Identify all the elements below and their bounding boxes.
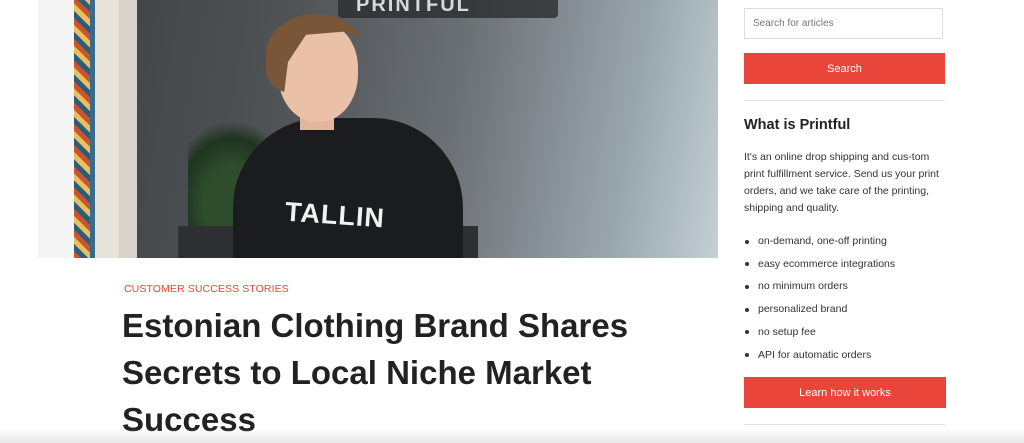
feature-item: API for automatic orders bbox=[744, 344, 895, 367]
feature-list: on-demand, one-off printing easy ecommer… bbox=[744, 230, 895, 366]
article-title: Estonian Clothing Brand Shares Secrets t… bbox=[122, 307, 629, 438]
wall-sign-text: PRINTFUL bbox=[356, 0, 471, 16]
learn-how-it-works-button[interactable]: Learn how it works bbox=[744, 377, 946, 408]
clothing-rack bbox=[38, 0, 168, 258]
hero-image: PRINTFUL TALLIN bbox=[38, 0, 718, 258]
feature-text: on-demand, one-off printing bbox=[758, 235, 887, 247]
feature-text: easy ecommerce integrations bbox=[758, 257, 896, 270]
feature-item: no setup fee bbox=[744, 321, 895, 344]
article-category-link[interactable]: CUSTOMER SUCCESS STORIES bbox=[124, 283, 289, 295]
sidebar-divider-bottom bbox=[744, 424, 945, 425]
bullet-icon bbox=[745, 307, 749, 312]
feature-text: no setup fee bbox=[758, 325, 816, 338]
bullet-icon bbox=[745, 353, 749, 358]
info-description: It's an online drop shipping and cus-tom… bbox=[744, 151, 939, 214]
bullet-icon bbox=[745, 239, 749, 244]
bullet-icon bbox=[745, 330, 749, 335]
feature-item: easy ecommerce integrations bbox=[744, 253, 895, 276]
search-button[interactable]: Search bbox=[744, 53, 945, 84]
person-sweatshirt bbox=[233, 118, 463, 258]
feature-item: on-demand, one-off printing bbox=[744, 230, 895, 253]
bullet-icon bbox=[745, 262, 749, 267]
info-title: What is Printful bbox=[744, 117, 851, 133]
bottom-fade bbox=[0, 429, 1024, 443]
feature-text: no minimum orders bbox=[758, 280, 848, 293]
feature-item: no minimum orders bbox=[744, 275, 895, 298]
sidebar-divider bbox=[744, 100, 945, 101]
patterned-garment bbox=[74, 0, 90, 258]
search-input[interactable] bbox=[744, 8, 943, 39]
feature-item: personalized brand bbox=[744, 298, 895, 321]
feature-text: API for automatic orders bbox=[758, 348, 872, 361]
feature-text: personalized brand bbox=[758, 303, 848, 316]
bullet-icon bbox=[745, 284, 749, 289]
